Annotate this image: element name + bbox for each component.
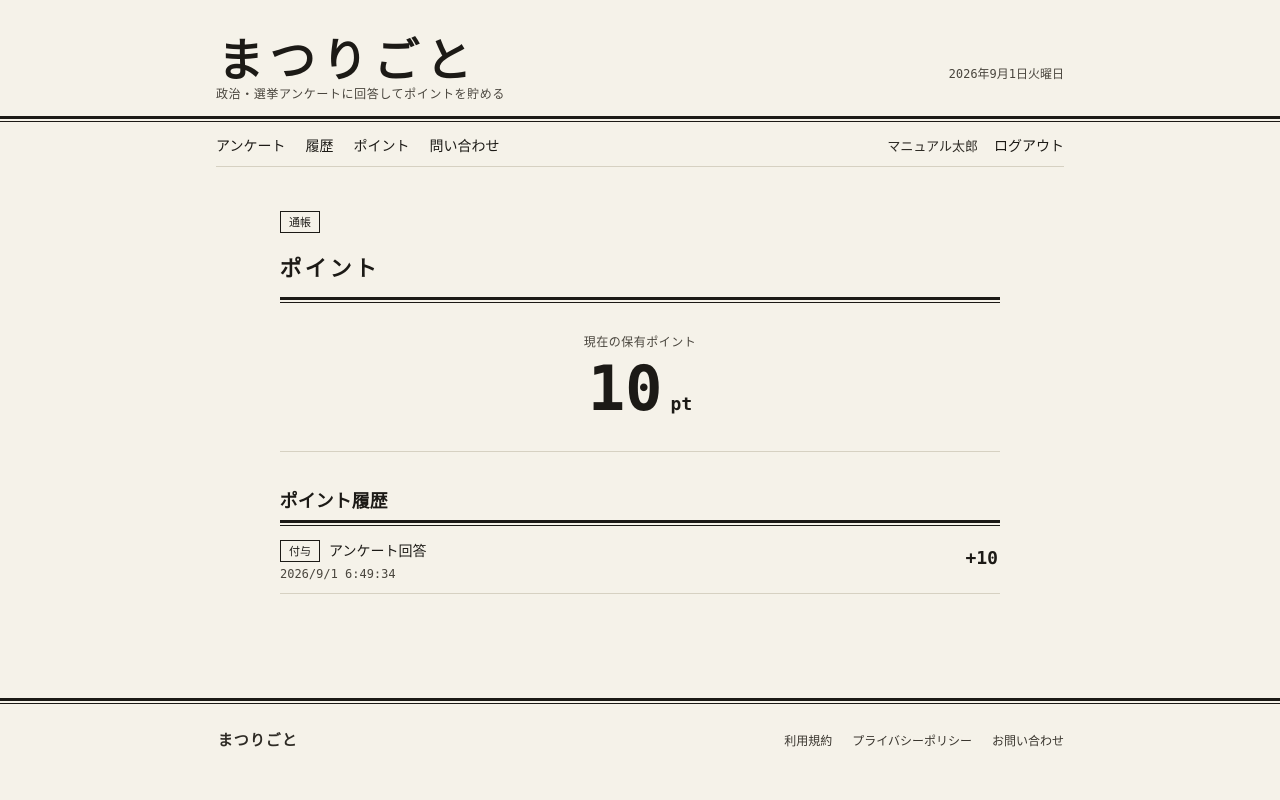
site-tagline: 政治・選挙アンケートに回答してポイントを貯める	[216, 87, 505, 101]
nav-item-points[interactable]: ポイント	[353, 136, 409, 156]
footer-divider	[0, 698, 1280, 704]
footer-link-privacy[interactable]: プライバシーポリシー	[852, 732, 972, 749]
history-row-label: アンケート回答	[329, 544, 427, 560]
footer-links: 利用規約 プライバシーポリシー お問い合わせ	[784, 732, 1064, 749]
points-page: 通帳 ポイント 現在の保有ポイント 10 pt ポイント履歴 付与 アンケート回答…	[280, 211, 1000, 594]
main-nav: アンケート 履歴 ポイント 問い合わせ マニュアル太郎 ログアウト	[216, 128, 1064, 167]
logout-link[interactable]: ログアウト	[994, 136, 1064, 156]
site-header: まつりごと 政治・選挙アンケートに回答してポイントを貯める 2026年9月1日火…	[216, 28, 1064, 118]
history-type-badge: 付与	[280, 540, 320, 562]
user-menu: マニュアル太郎 ログアウト	[887, 136, 1064, 156]
page-tag: 通帳	[280, 211, 320, 233]
balance-display: 10 pt	[280, 356, 1000, 422]
footer-link-terms[interactable]: 利用規約	[784, 732, 832, 749]
title-divider	[280, 297, 1000, 303]
user-name-link[interactable]: マニュアル太郎	[887, 136, 978, 155]
balance-unit: pt	[670, 394, 693, 415]
balance-divider	[280, 451, 1000, 452]
page-title: ポイント	[280, 256, 381, 282]
current-date: 2026年9月1日火曜日	[948, 67, 1064, 81]
nav-item-history[interactable]: 履歴	[305, 136, 333, 156]
history-row: 付与 アンケート回答 2026/9/1 6:49:34 +10	[280, 527, 1000, 594]
nav-item-survey[interactable]: アンケート	[216, 136, 285, 156]
nav-links: アンケート 履歴 ポイント 問い合わせ	[216, 136, 499, 156]
footer-logo[interactable]: まつりごと	[218, 729, 298, 750]
header-divider	[0, 116, 1280, 122]
nav-item-contact[interactable]: 問い合わせ	[429, 136, 499, 156]
history-divider	[280, 520, 1000, 526]
history-title: ポイント履歴	[280, 491, 388, 512]
history-row-amount: +10	[965, 548, 998, 569]
footer-link-contact[interactable]: お問い合わせ	[992, 732, 1064, 749]
balance-panel: 現在の保有ポイント 10 pt	[280, 333, 1000, 422]
site-logo[interactable]: まつりごと	[218, 32, 478, 88]
balance-value: 10	[587, 352, 663, 425]
history-row-timestamp: 2026/9/1 6:49:34	[280, 567, 396, 581]
balance-label: 現在の保有ポイント	[583, 335, 697, 349]
history-row-header: 付与 アンケート回答	[280, 540, 426, 562]
